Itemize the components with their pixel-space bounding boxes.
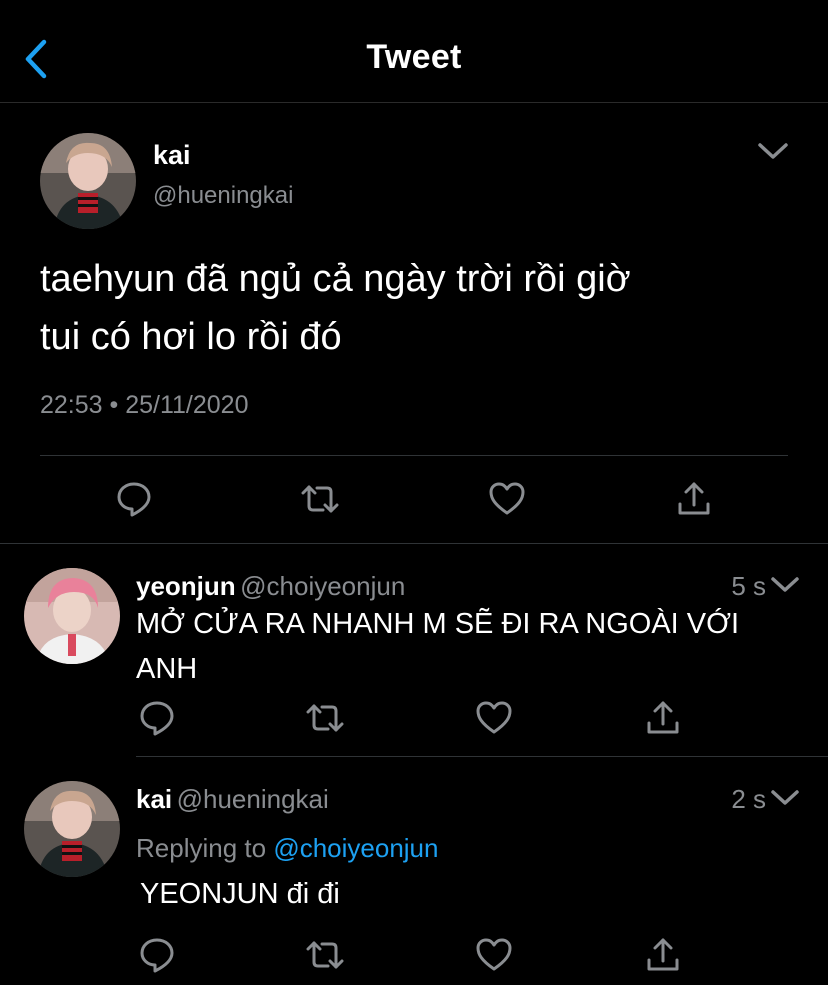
divider	[40, 455, 788, 456]
reply-time: 2 s	[731, 784, 766, 814]
mention-link[interactable]: @choiyeonjun	[273, 833, 438, 863]
author-handle[interactable]: @choiyeonjun	[240, 571, 405, 601]
chevron-down-icon[interactable]	[768, 574, 802, 596]
reply-time: 5 s	[731, 571, 766, 601]
share-icon[interactable]	[675, 480, 713, 518]
avatar[interactable]	[24, 568, 120, 664]
share-icon[interactable]	[644, 936, 682, 974]
author-handle[interactable]: @hueningkai	[153, 182, 293, 210]
reply-text-line: MỞ CỬA RA NHANH M SẼ ĐI RA NGOÀI VỚI	[136, 608, 740, 640]
avatar[interactable]	[24, 781, 120, 877]
retweet-icon[interactable]	[301, 480, 339, 518]
replying-to-label: Replying to	[136, 833, 267, 863]
reply-icon[interactable]	[138, 699, 176, 737]
retweet-icon[interactable]	[306, 699, 344, 737]
avatar[interactable]	[40, 133, 136, 229]
retweet-icon[interactable]	[306, 936, 344, 974]
author-name[interactable]: kai	[136, 784, 172, 814]
divider	[0, 543, 828, 544]
divider	[136, 756, 828, 757]
tweet-text-line: tui có hơi lo rồi đó	[40, 316, 342, 358]
like-icon[interactable]	[488, 480, 526, 518]
reply-icon[interactable]	[138, 936, 176, 974]
tweet-text: taehyun đã ngủ cả ngày trời rồi giờ tui …	[40, 250, 780, 366]
page-title: Tweet	[366, 38, 462, 76]
chevron-down-icon[interactable]	[768, 787, 802, 809]
author-handle[interactable]: @hueningkai	[177, 784, 329, 814]
reply-text-line: ANH	[136, 653, 198, 685]
reply-header: kai @hueningkai	[136, 784, 329, 815]
tweet-text-line: taehyun đã ngủ cả ngày trời rồi giờ	[40, 258, 631, 300]
author-name[interactable]: yeonjun	[136, 571, 236, 601]
like-icon[interactable]	[475, 699, 513, 737]
reply-text: YEONJUN đi đi	[140, 878, 340, 910]
author-name[interactable]: kai	[153, 140, 191, 171]
reply-icon[interactable]	[115, 480, 153, 518]
reply-header: yeonjun @choiyeonjun	[136, 571, 405, 602]
tweet-timestamp: 22:53 • 25/11/2020	[40, 391, 249, 419]
reply-text: MỞ CỬA RA NHANH M SẼ ĐI RA NGOÀI VỚI ANH	[136, 602, 776, 692]
chevron-down-icon[interactable]	[756, 140, 790, 162]
share-icon[interactable]	[644, 699, 682, 737]
replying-to: Replying to @choiyeonjun	[136, 833, 438, 864]
like-icon[interactable]	[475, 936, 513, 974]
